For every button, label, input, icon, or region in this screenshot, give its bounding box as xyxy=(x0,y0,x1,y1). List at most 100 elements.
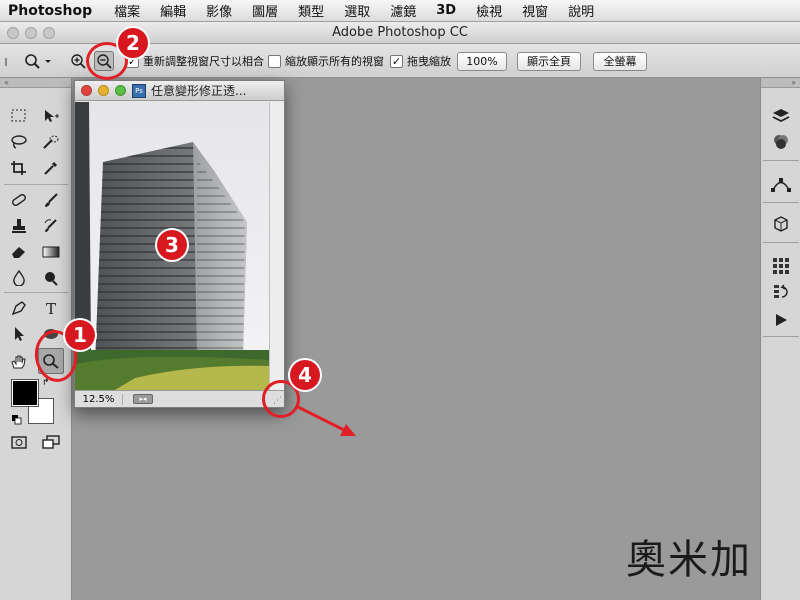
lasso-tool[interactable] xyxy=(6,130,32,154)
eraser-tool[interactable] xyxy=(6,240,32,264)
close-window-button[interactable] xyxy=(7,27,19,39)
step-badge-2: 2 xyxy=(118,28,148,58)
step-badge-4: 4 xyxy=(290,360,320,390)
panel-dock: » xyxy=(760,78,800,600)
pen-tool[interactable] xyxy=(6,296,32,320)
layers-panel-button[interactable] xyxy=(769,104,793,128)
healing-brush-tool[interactable] xyxy=(6,188,32,212)
document-title: 任意變形修正透... xyxy=(151,84,247,98)
paths-panel-button[interactable] xyxy=(769,172,793,196)
actual-pixels-wrap: 100% xyxy=(457,44,507,78)
zoom-in-mode-button[interactable] xyxy=(70,44,86,78)
menu-file[interactable]: 檔案 xyxy=(104,1,150,20)
watermark-logo: 奧米加 xyxy=(626,527,752,585)
quick-mask-icon xyxy=(11,436,27,449)
zoom-all-windows-option[interactable]: 縮放顯示所有的視窗 xyxy=(268,44,384,78)
document-title-bar[interactable]: Ps 任意變形修正透... xyxy=(75,81,284,101)
path-selection-tool[interactable] xyxy=(6,322,32,346)
channels-icon xyxy=(774,135,788,149)
swatches-panel-button[interactable] xyxy=(769,254,793,278)
lasso-icon xyxy=(11,135,27,149)
dock-separator xyxy=(763,336,799,337)
doc-close-button[interactable] xyxy=(81,85,92,96)
document-vertical-scrollbar[interactable] xyxy=(269,102,284,390)
eyedropper-tool[interactable] xyxy=(38,156,64,180)
eyedropper-icon xyxy=(44,161,58,175)
scrubby-zoom-checkbox[interactable]: ✓ xyxy=(390,54,403,68)
menu-view[interactable]: 檢視 xyxy=(466,1,512,20)
scrubby-zoom-option[interactable]: ✓ 拖曳縮放 xyxy=(390,44,451,78)
fill-screen-button[interactable]: 全螢幕 xyxy=(593,51,647,71)
menu-type[interactable]: 類型 xyxy=(288,1,334,20)
menu-edit[interactable]: 編輯 xyxy=(150,1,196,20)
marquee-tool[interactable] xyxy=(6,104,32,128)
doc-zoom-button[interactable] xyxy=(115,85,126,96)
move-tool[interactable] xyxy=(38,104,64,128)
scrubby-zoom-label: 拖曳縮放 xyxy=(407,55,451,68)
gradient-icon xyxy=(42,246,60,258)
dock-separator xyxy=(763,202,799,203)
channels-panel-button[interactable] xyxy=(769,130,793,154)
gradient-tool[interactable] xyxy=(38,240,64,264)
dodge-icon xyxy=(45,272,58,286)
panel-dock-grip[interactable]: » xyxy=(761,78,800,88)
menu-bar: Photoshop 檔案 編輯 影像 圖層 類型 選取 濾鏡 3D 檢視 視窗 … xyxy=(0,0,800,22)
menu-help[interactable]: 說明 xyxy=(558,1,604,20)
document-status-bar: 12.5% ▸◂ ⋰ xyxy=(75,390,284,407)
quick-selection-tool[interactable] xyxy=(38,130,64,154)
type-icon: T xyxy=(46,300,56,316)
psd-file-icon: Ps xyxy=(132,83,146,98)
dock-separator xyxy=(763,160,799,161)
status-menu-icon[interactable]: ▸◂ xyxy=(133,394,153,404)
menu-layer[interactable]: 圖層 xyxy=(242,1,288,20)
pen-icon xyxy=(11,301,26,316)
actions-panel-button[interactable] xyxy=(769,308,793,332)
tools-panel-grip[interactable]: « xyxy=(0,78,71,88)
dock-separator xyxy=(763,242,799,243)
rect-marquee-icon xyxy=(11,109,26,122)
3d-panel-button[interactable] xyxy=(769,212,793,236)
menu-image[interactable]: 影像 xyxy=(196,1,242,20)
dodge-tool[interactable] xyxy=(38,266,64,290)
arrow-cursor-icon xyxy=(15,327,24,341)
brush-tool[interactable] xyxy=(38,188,64,212)
clone-stamp-tool[interactable] xyxy=(6,214,32,238)
crop-tool[interactable] xyxy=(6,156,32,180)
type-tool[interactable]: T xyxy=(38,296,64,320)
actual-pixels-button[interactable]: 100% xyxy=(457,51,507,71)
blur-tool[interactable] xyxy=(6,266,32,290)
hand-icon xyxy=(11,355,26,369)
app-menu[interactable]: Photoshop xyxy=(0,3,104,19)
quick-mask-button[interactable] xyxy=(6,430,32,454)
3d-cube-icon xyxy=(774,216,788,232)
screen-mode-button[interactable] xyxy=(38,430,64,454)
screen-mode-icon xyxy=(42,435,60,449)
zoom-tool-preset-icon xyxy=(25,54,51,69)
paths-icon xyxy=(771,178,791,192)
quick-selection-icon xyxy=(43,135,59,149)
zoom-window-button[interactable] xyxy=(43,27,55,39)
zoom-all-windows-checkbox[interactable] xyxy=(268,54,281,68)
options-grip[interactable]: ‖ xyxy=(4,44,8,78)
history-brush-tool[interactable] xyxy=(38,214,64,238)
menu-select[interactable]: 選取 xyxy=(334,1,380,20)
window-title: Adobe Photoshop CC xyxy=(332,25,468,40)
foreground-color-swatch[interactable] xyxy=(11,379,39,407)
history-panel-button[interactable] xyxy=(769,280,793,304)
hand-tool[interactable] xyxy=(6,350,32,374)
history-icon xyxy=(774,284,788,298)
menu-3d[interactable]: 3D xyxy=(426,3,466,18)
toolbox-separator xyxy=(4,292,68,293)
fit-screen-button[interactable]: 顯示全頁 xyxy=(517,51,581,71)
menu-window[interactable]: 視窗 xyxy=(512,1,558,20)
tool-preset-picker[interactable] xyxy=(22,44,52,78)
resize-windows-label: 重新調整視窗尺寸以相合 xyxy=(143,55,264,68)
zoom-level-field[interactable]: 12.5% xyxy=(75,393,123,405)
menu-filter[interactable]: 濾鏡 xyxy=(380,1,426,20)
drag-direction-arrow-icon xyxy=(295,404,356,436)
step-badge-1: 1 xyxy=(65,320,95,350)
default-colors-icon[interactable] xyxy=(12,410,22,425)
minimize-window-button[interactable] xyxy=(25,27,37,39)
history-brush-icon xyxy=(44,219,57,232)
doc-minimize-button[interactable] xyxy=(98,85,109,96)
